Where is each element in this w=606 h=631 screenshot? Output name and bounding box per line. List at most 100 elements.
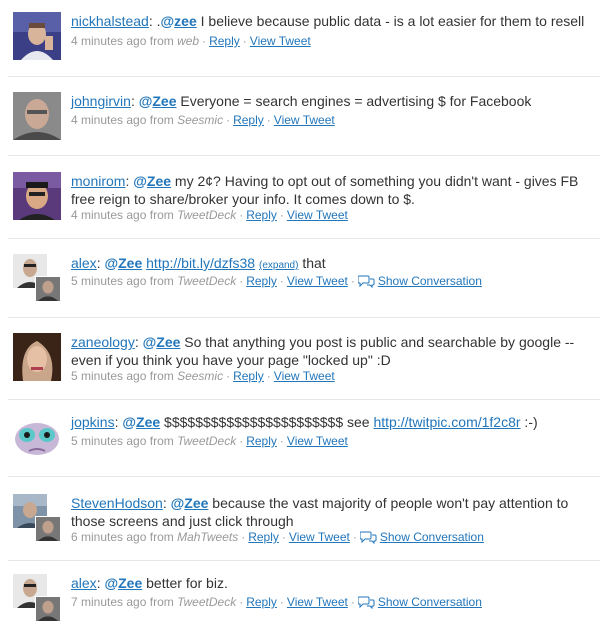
- at-sign: @: [138, 93, 153, 109]
- tweet-meta: 6 minutes ago from MahTweets · Reply · View …: [71, 529, 484, 545]
- avatar[interactable]: [13, 413, 61, 461]
- mention-link[interactable]: @Zee: [104, 255, 142, 271]
- tweet-meta: 5 minutes ago from Seesmic · Reply · View Tw…: [71, 368, 335, 384]
- dot-sep: ·: [350, 595, 355, 609]
- avatar[interactable]: [13, 92, 61, 140]
- tweet-text: nickhalstead: .@zee I believe because pu…: [71, 12, 601, 30]
- show-conversation-link[interactable]: Show Conversation: [357, 274, 482, 288]
- dot-sep: ·: [279, 434, 284, 448]
- tweet-body: that: [298, 255, 326, 271]
- dot-sep: ·: [352, 530, 357, 544]
- from-label: from: [149, 530, 174, 544]
- dot-sep: ·: [281, 530, 286, 544]
- tweet-text: johngirvin: @Zee Everyone = search engin…: [71, 92, 601, 110]
- url-link[interactable]: http://bit.ly/dzfs38: [146, 255, 255, 271]
- tweet-text: StevenHodson: @Zee because the vast majo…: [71, 494, 596, 530]
- dot-sep: ·: [266, 369, 271, 383]
- dot-sep: ·: [239, 434, 244, 448]
- avatar-image: [13, 413, 61, 461]
- divider: [8, 76, 600, 77]
- username-link[interactable]: zaneology: [71, 334, 135, 350]
- mention-link[interactable]: @Zee: [171, 495, 209, 511]
- view-tweet-link[interactable]: View Tweet: [250, 34, 311, 48]
- username-link[interactable]: monirom: [71, 173, 125, 189]
- dot-sep: ·: [239, 595, 244, 609]
- mention-link[interactable]: @Zee: [133, 173, 171, 189]
- timestamp: 7 minutes ago: [71, 595, 147, 609]
- tweet-meta: 5 minutes ago from TweetDeck · Reply · View …: [71, 433, 348, 449]
- reply-link[interactable]: Reply: [209, 34, 240, 48]
- mention-name: Zee: [156, 334, 181, 350]
- avatar-secondary-image: [35, 276, 61, 302]
- avatar[interactable]: [13, 172, 61, 220]
- view-tweet-link[interactable]: View Tweet: [289, 530, 350, 544]
- reply-link[interactable]: Reply: [246, 274, 277, 288]
- username-link[interactable]: StevenHodson: [71, 495, 163, 511]
- source: TweetDeck: [177, 434, 237, 448]
- from-label: from: [149, 208, 174, 222]
- view-tweet-link[interactable]: View Tweet: [287, 595, 348, 609]
- reply-link[interactable]: Reply: [248, 530, 279, 544]
- mention-link[interactable]: @Zee: [122, 414, 160, 430]
- at-sign: @: [104, 575, 119, 591]
- username-link[interactable]: jopkins: [71, 414, 115, 430]
- divider: [8, 399, 600, 400]
- tweet-text: alex: @Zee better for biz.: [71, 574, 601, 592]
- tweet-body: Everyone = search engines = advertising …: [176, 93, 532, 109]
- show-conversation-link[interactable]: Show Conversation: [357, 595, 482, 609]
- username-link[interactable]: alex: [71, 575, 97, 591]
- view-tweet-link[interactable]: View Tweet: [287, 434, 348, 448]
- mention-name: Zee: [152, 93, 177, 109]
- divider: [8, 155, 600, 156]
- colon: :: [134, 334, 139, 350]
- reply-link[interactable]: Reply: [233, 113, 264, 127]
- username-link[interactable]: alex: [71, 255, 97, 271]
- view-tweet-link[interactable]: View Tweet: [274, 369, 335, 383]
- speech-bubbles-icon: [359, 531, 377, 544]
- avatar[interactable]: [13, 494, 61, 542]
- speech-bubbles-icon: [357, 596, 375, 609]
- expand-link[interactable]: (expand): [259, 260, 298, 271]
- divider: [8, 560, 600, 561]
- source: Seesmic: [177, 369, 224, 383]
- avatar-image: [13, 12, 61, 60]
- mention-link[interactable]: @zee: [161, 13, 197, 29]
- view-tweet-link[interactable]: View Tweet: [287, 274, 348, 288]
- tweet-meta: 4 minutes ago from web · Reply · View Tweet: [71, 33, 311, 49]
- reply-link[interactable]: Reply: [246, 595, 277, 609]
- dot-sep: ·: [239, 274, 244, 288]
- view-tweet-link[interactable]: View Tweet: [287, 208, 348, 222]
- reply-link[interactable]: Reply: [233, 369, 264, 383]
- mention-name: Zee: [136, 414, 161, 430]
- avatar[interactable]: [13, 12, 61, 60]
- dot-sep: ·: [226, 369, 231, 383]
- tweet-meta: 4 minutes ago from TweetDeck · Reply · View …: [71, 207, 348, 223]
- source: Seesmic: [177, 113, 224, 127]
- mention-link[interactable]: @Zee: [104, 575, 142, 591]
- dot-sep: ·: [202, 34, 207, 48]
- colon: :: [130, 93, 135, 109]
- username-link[interactable]: johngirvin: [71, 93, 131, 109]
- avatar-secondary-image: [35, 516, 61, 542]
- url-link[interactable]: http://twitpic.com/1f2c8r: [373, 414, 520, 430]
- from-label: from: [149, 34, 174, 48]
- mention-link[interactable]: @Zee: [143, 334, 181, 350]
- reply-link[interactable]: Reply: [246, 434, 277, 448]
- timestamp: 4 minutes ago: [71, 34, 147, 48]
- dot-sep: ·: [239, 208, 244, 222]
- dot-sep: ·: [226, 113, 231, 127]
- show-conversation-link[interactable]: Show Conversation: [359, 530, 484, 544]
- reply-link[interactable]: Reply: [246, 208, 277, 222]
- dot-sep: ·: [266, 113, 271, 127]
- view-tweet-link[interactable]: View Tweet: [274, 113, 335, 127]
- speech-bubbles-icon: [357, 275, 375, 288]
- mention-link[interactable]: @Zee: [139, 93, 177, 109]
- source: MahTweets: [177, 530, 239, 544]
- tweet-meta: 5 minutes ago from TweetDeck · Reply · View …: [71, 273, 482, 289]
- timestamp: 4 minutes ago: [71, 113, 147, 127]
- username-link[interactable]: nickhalstead: [71, 13, 149, 29]
- avatar[interactable]: [13, 254, 61, 302]
- avatar[interactable]: [13, 574, 61, 622]
- dot-sep: ·: [279, 595, 284, 609]
- avatar[interactable]: [13, 333, 61, 381]
